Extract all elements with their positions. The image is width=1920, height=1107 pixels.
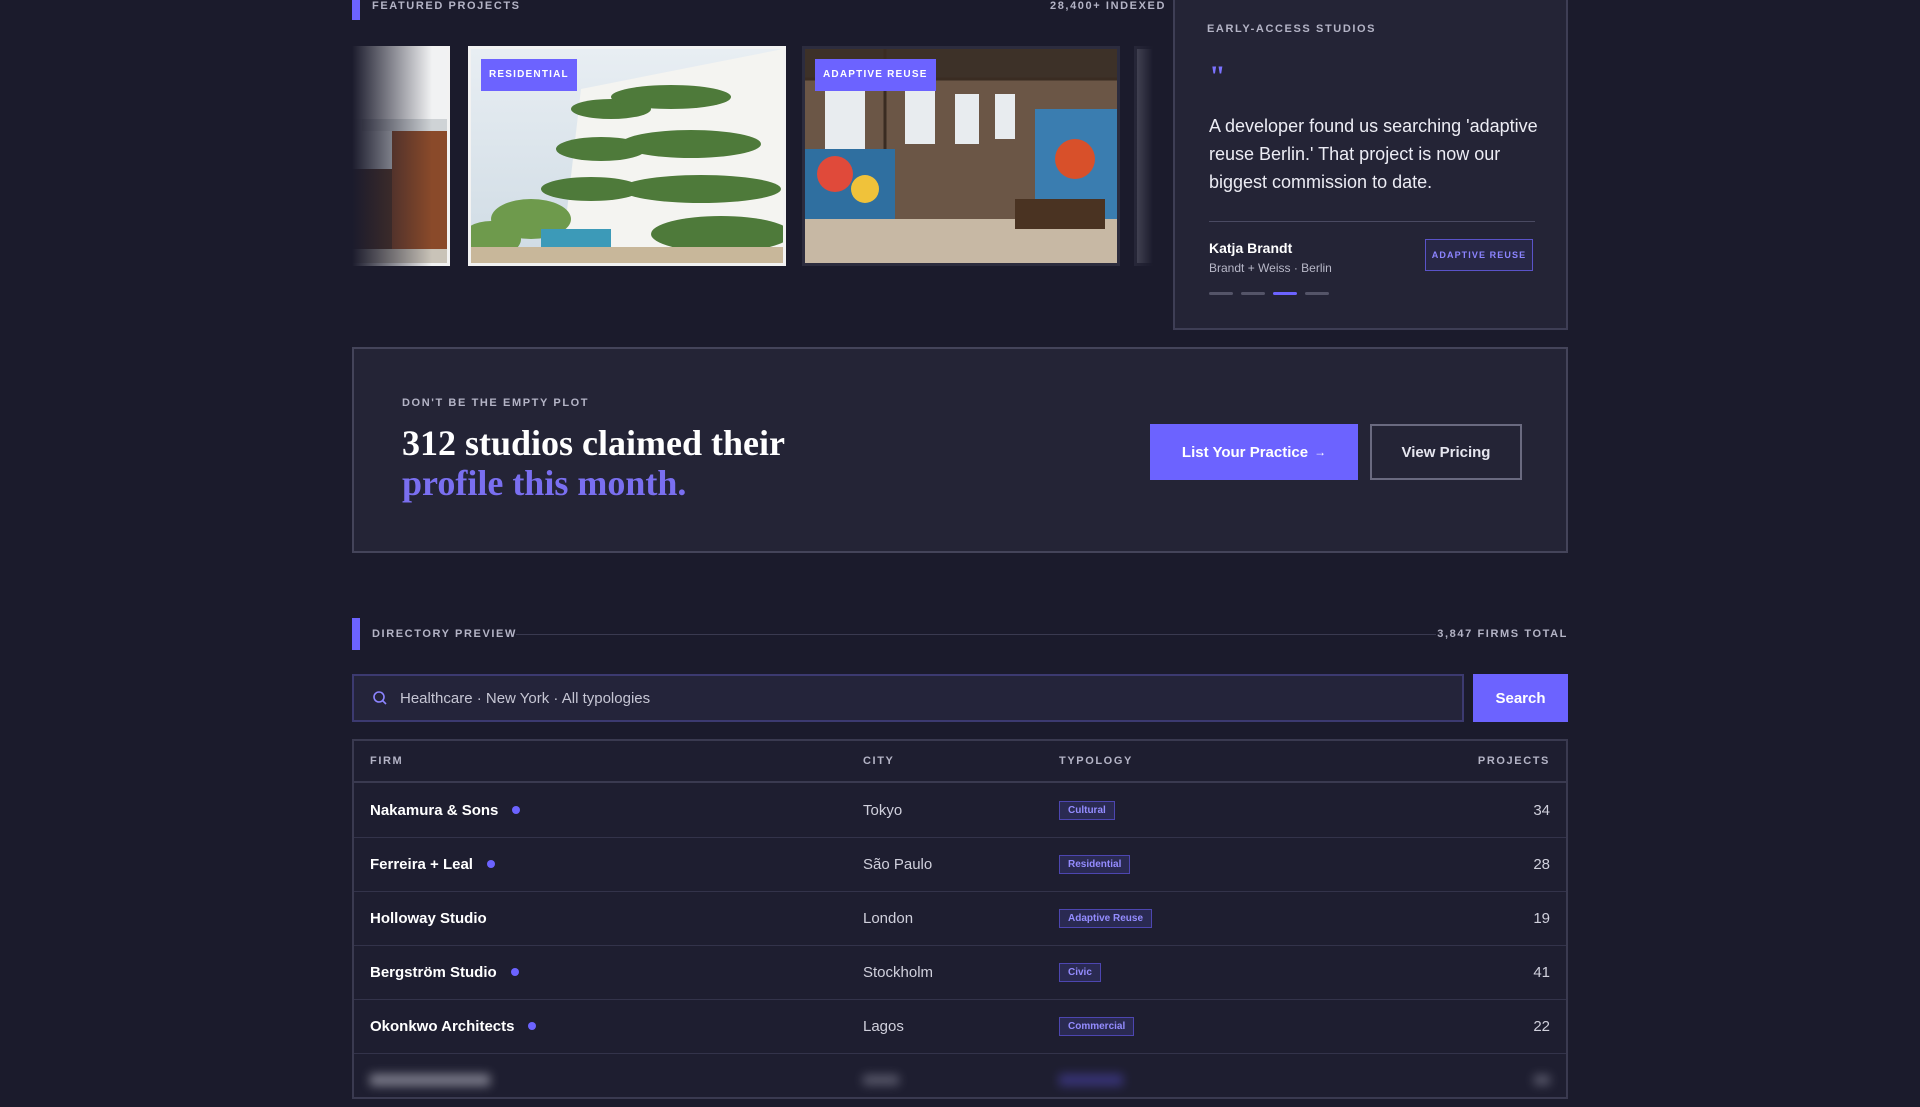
city-cell: Lagos	[863, 1017, 904, 1035]
directory-total: 3,847 FIRMS TOTAL	[1437, 628, 1568, 640]
table-row[interactable]: Nakamura & Sons Tokyo Cultural 34	[354, 783, 1566, 838]
firm-name[interactable]: Holloway Studio	[370, 910, 487, 927]
typology-tag[interactable]: Commercial	[1059, 1016, 1135, 1036]
firm-name-cell[interactable]: Holloway Studio	[370, 891, 487, 945]
locked-projects-placeholder	[1534, 1053, 1550, 1107]
firm-name-cell[interactable]: Okonkwo Architects	[370, 999, 537, 1053]
cta-headline-line2: profile this month.	[402, 463, 687, 503]
table-row[interactable]: Okonkwo Architects Lagos Commercial 22	[354, 999, 1566, 1054]
featured-count: 28,400+ INDEXED	[1050, 0, 1167, 12]
firm-name[interactable]: Ferreira + Leal	[370, 856, 473, 873]
verified-icon	[528, 1022, 537, 1030]
directory-accent-bar	[352, 618, 360, 650]
column-header-city[interactable]: CITY	[863, 755, 894, 767]
column-header-typology[interactable]: TYPOLOGY	[1059, 755, 1133, 767]
testimonial-quote: A developer found us searching 'adaptive…	[1209, 116, 1538, 192]
city-cell: Tokyo	[863, 801, 903, 819]
typology-cell: Commercial	[1059, 999, 1135, 1053]
arrow-right-icon: →	[1314, 445, 1327, 459]
cta-headline-line1: 312 studios claimed their	[402, 423, 785, 463]
typology-tag[interactable]: Adaptive Reuse	[1059, 908, 1153, 928]
directory-search[interactable]	[352, 674, 1464, 722]
project-badge: ADAPTIVE REUSE	[815, 59, 936, 91]
firm-name-cell[interactable]: Bergström Studio	[370, 945, 519, 999]
table-row[interactable]: Ferreira + Leal São Paulo Residential 28	[354, 837, 1566, 892]
typology-tag[interactable]: Civic	[1059, 962, 1101, 982]
list-your-practice-button[interactable]: List Your Practice →	[1150, 424, 1358, 480]
testimonial-author-firm: Brandt + Weiss · Berlin	[1209, 261, 1332, 275]
project-card-2[interactable]: RESIDENTIAL	[468, 46, 786, 266]
verified-icon	[512, 806, 521, 814]
pagination-dot[interactable]	[1305, 292, 1329, 295]
list-your-practice-label: List Your Practice	[1181, 443, 1309, 461]
featured-accent-bar	[352, 0, 360, 20]
table-row[interactable]: Bergström Studio Stockholm Civic 41	[354, 945, 1566, 1000]
projects-count: 28	[1533, 855, 1550, 873]
project-badge: RESIDENTIAL	[481, 59, 577, 91]
testimonial-author-name: Katja Brandt	[1209, 240, 1293, 256]
featured-heading: FEATURED PROJECTS	[372, 0, 521, 12]
firm-name[interactable]: Okonkwo Architects	[370, 1018, 514, 1035]
locked-table-row	[354, 1053, 1566, 1107]
projects-count: 41	[1533, 963, 1550, 981]
projects-count: 19	[1533, 909, 1550, 927]
projects-count: 22	[1533, 1017, 1550, 1035]
quote-icon: "	[1209, 60, 1226, 93]
column-header-projects[interactable]: PROJECTS	[1478, 755, 1550, 767]
carousel-fade-right	[1126, 44, 1156, 268]
project-card-3[interactable]: ADAPTIVE REUSE	[802, 46, 1120, 266]
city-cell: São Paulo	[863, 855, 933, 873]
typology-cell: Adaptive Reuse	[1059, 891, 1153, 945]
table-header: FIRM CITY TYPOLOGY PROJECTS	[354, 741, 1566, 783]
testimonial-heading: EARLY-ACCESS STUDIOS	[1207, 23, 1377, 35]
pagination-dot-active[interactable]	[1273, 292, 1297, 295]
cta-kicker: DON'T BE THE EMPTY PLOT	[402, 397, 590, 409]
typology-tag[interactable]: Residential	[1059, 854, 1131, 874]
view-pricing-button[interactable]: View Pricing	[1370, 424, 1522, 480]
firm-name[interactable]: Bergström Studio	[370, 964, 497, 981]
firm-name-cell[interactable]: Nakamura & Sons	[370, 783, 521, 837]
testimonial-card: EARLY-ACCESS STUDIOS " A developer found…	[1173, 0, 1568, 330]
typology-cell: Residential	[1059, 837, 1131, 891]
directory-table: FIRM CITY TYPOLOGY PROJECTS Nakamura & S…	[352, 739, 1568, 1099]
carousel-fade-left	[352, 44, 432, 268]
city-cell: London	[863, 909, 914, 927]
featured-carousel[interactable]: RESIDENTIAL ADAPTIVE REUSE	[352, 44, 1156, 268]
firm-name[interactable]: Nakamura & Sons	[370, 802, 498, 819]
typology-cell: Civic	[1059, 945, 1101, 999]
projects-count: 34	[1533, 801, 1550, 819]
cta-panel: DON'T BE THE EMPTY PLOT 312 studios clai…	[352, 347, 1568, 553]
testimonial-divider	[1209, 221, 1535, 222]
directory-heading: DIRECTORY PREVIEW	[372, 628, 517, 640]
firm-name-cell[interactable]: Ferreira + Leal	[370, 837, 495, 891]
locked-typology-placeholder	[1059, 1053, 1123, 1107]
locked-firm-placeholder	[370, 1053, 490, 1107]
pagination-dot[interactable]	[1209, 292, 1233, 295]
search-icon	[373, 691, 387, 705]
column-header-firm[interactable]: FIRM	[370, 755, 403, 767]
testimonial-pagination	[1209, 292, 1329, 295]
directory-divider	[516, 634, 1436, 635]
city-cell: Stockholm	[863, 963, 934, 981]
search-input[interactable]	[388, 675, 1462, 721]
testimonial-typology-tag[interactable]: ADAPTIVE REUSE	[1425, 239, 1533, 271]
locked-city-placeholder	[863, 1053, 899, 1107]
typology-cell: Cultural	[1059, 783, 1115, 837]
table-row[interactable]: Holloway Studio London Adaptive Reuse 19	[354, 891, 1566, 946]
verified-icon	[510, 968, 519, 976]
typology-tag[interactable]: Cultural	[1059, 800, 1115, 820]
pagination-dot[interactable]	[1241, 292, 1265, 295]
search-button[interactable]: Search	[1473, 674, 1568, 722]
verified-icon	[486, 860, 495, 868]
